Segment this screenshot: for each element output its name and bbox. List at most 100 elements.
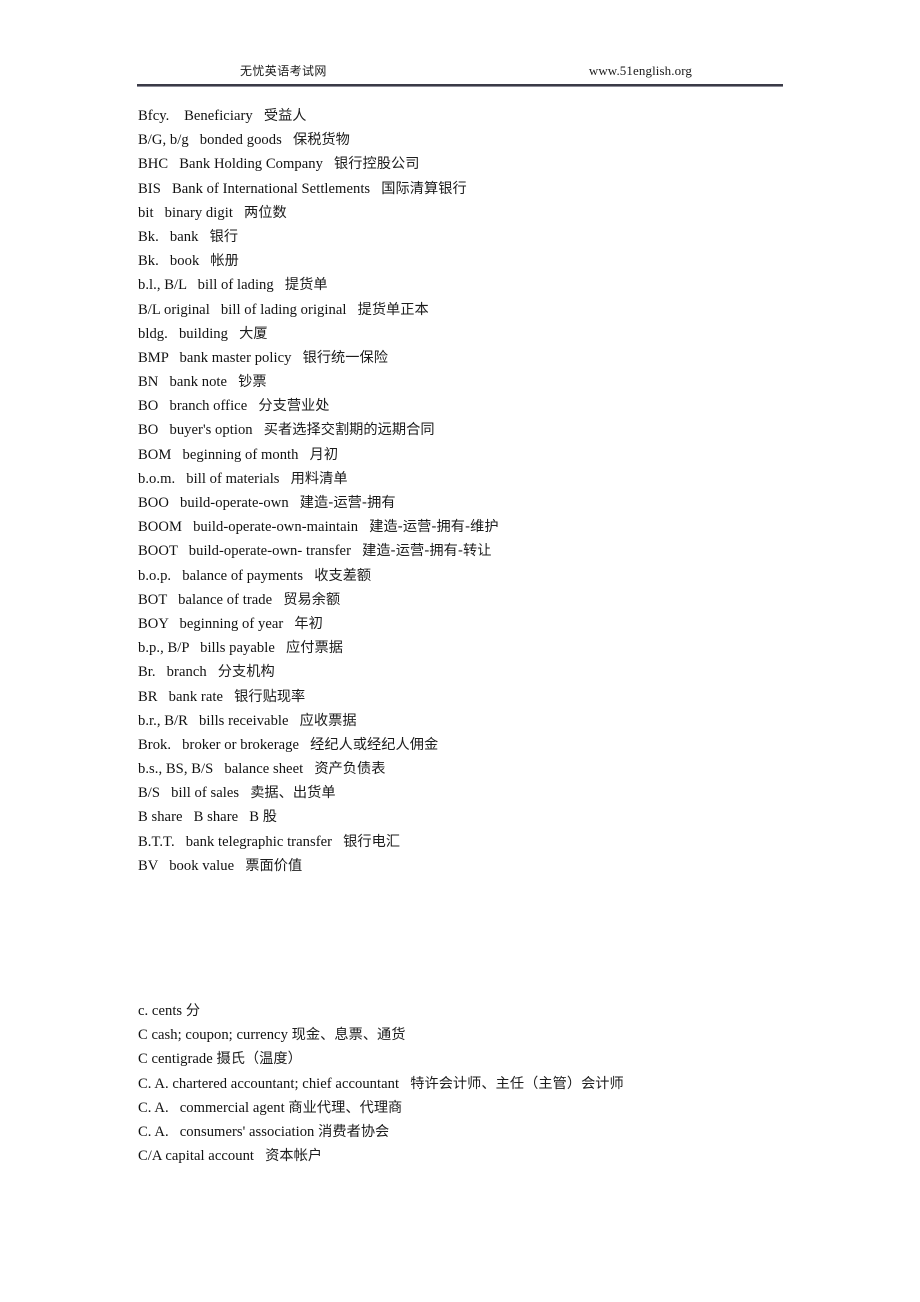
glossary-entry: b.r., B/R bills receivable 应收票据 — [138, 709, 878, 733]
entry-term: C cash; coupon; currency — [138, 1027, 292, 1044]
entry-term: BOY beginning of year — [138, 615, 295, 632]
entry-term: C centigrade — [138, 1051, 217, 1068]
entry-translation: 摄氏（温度） — [216, 1051, 302, 1068]
glossary-entry: C centigrade 摄氏（温度） — [138, 1047, 878, 1071]
entry-translation: 用料清单 — [290, 470, 348, 487]
entry-term: BHC Bank Holding Company — [138, 156, 335, 173]
entry-translation: 受益人 — [263, 108, 307, 124]
glossary-entry: Bk. book 帐册 — [138, 249, 878, 273]
entry-term: BOM beginning of month — [138, 446, 310, 463]
entry-translation: 建造-运营-拥有-维护 — [369, 519, 499, 536]
glossary-entry: b.s., BS, B/S balance sheet 资产负债表 — [138, 757, 878, 781]
entry-translation: 分支机构 — [217, 664, 275, 681]
entry-translation: 银行电汇 — [343, 833, 401, 850]
entry-term: b.l., B/L bill of lading — [138, 277, 285, 294]
glossary-entry: Bfcy. Beneficiary 受益人 — [138, 104, 878, 128]
entry-term: BOOM build-operate-own-maintain — [138, 519, 370, 536]
entry-translation: 帐册 — [210, 253, 239, 270]
document-page: 无忧英语考试网 www.51english.org Bfcy. Benefici… — [0, 0, 920, 1302]
entry-translation: 现金、息票、通货 — [291, 1027, 406, 1044]
entry-translation: 商业代理、代理商 — [288, 1099, 403, 1116]
entry-term: b.o.m. bill of materials — [138, 470, 291, 487]
glossary-entry: b.l., B/L bill of lading 提货单 — [138, 273, 878, 297]
entry-term: bit binary digit — [138, 204, 245, 221]
glossary-section-c: c. cents 分C cash; coupon; currency 现金、息票… — [138, 999, 878, 1168]
entry-term: Bk. book — [138, 253, 211, 270]
entry-term: BR bank rate — [138, 688, 235, 705]
glossary-entry: b.o.p. balance of payments 收支差额 — [138, 564, 878, 588]
entry-term: b.p., B/P bills payable — [138, 640, 287, 657]
entry-term: B share B share B — [138, 809, 263, 826]
entry-translation: 分支营业处 — [258, 398, 330, 415]
glossary-entry: BOOM build-operate-own-maintain 建造-运营-拥有… — [138, 515, 878, 539]
entry-term: C. A. commercial agent — [138, 1099, 289, 1116]
entry-translation: 提货单 — [284, 277, 328, 294]
entry-term: BIS Bank of International Settlements — [138, 180, 382, 197]
entry-translation: 买者选择交割期的远期合同 — [263, 422, 435, 439]
glossary-entry: bit binary digit 两位数 — [138, 201, 878, 225]
entry-term: Bfcy. Beneficiary — [138, 108, 264, 124]
entry-translation: 股 — [262, 809, 277, 826]
entry-translation: 应收票据 — [299, 712, 357, 729]
glossary-entry: C cash; coupon; currency 现金、息票、通货 — [138, 1023, 878, 1047]
entry-term: C. A. consumers' association — [138, 1123, 319, 1140]
glossary-entry: BO branch office 分支营业处 — [138, 394, 878, 418]
glossary-entry: bldg. building 大厦 — [138, 322, 878, 346]
glossary-entry: BOO build-operate-own 建造-运营-拥有 — [138, 491, 878, 515]
glossary-entry: B.T.T. bank telegraphic transfer 银行电汇 — [138, 830, 878, 854]
glossary-entry: C. A. chartered accountant; chief accoun… — [138, 1072, 878, 1096]
glossary-entry: Br. branch 分支机构 — [138, 660, 878, 684]
entry-term: BV book value — [138, 857, 246, 874]
entry-translation: 银行控股公司 — [334, 156, 420, 173]
entry-term: BOOT build-operate-own- transfer — [138, 543, 363, 560]
entry-translation: 建造-运营-拥有-转让 — [362, 543, 492, 560]
glossary-entry: BV book value 票面价值 — [138, 854, 878, 878]
glossary-entry: b.o.m. bill of materials 用料清单 — [138, 467, 878, 491]
entry-translation: 银行贴现率 — [234, 688, 306, 705]
entry-translation: 资产负债表 — [314, 761, 386, 778]
glossary-entry: BOT balance of trade 贸易余额 — [138, 588, 878, 612]
page-header: 无忧英语考试网 www.51english.org — [137, 60, 783, 88]
entry-translation: 钞票 — [238, 374, 267, 391]
entry-translation: 建造-运营-拥有 — [299, 495, 396, 511]
entry-term: b.s., BS, B/S balance sheet — [138, 761, 315, 778]
entry-term: B/S bill of sales — [138, 785, 251, 802]
glossary-entry: BO buyer's option 买者选择交割期的远期合同 — [138, 418, 878, 442]
entry-translation: 卖据、出货单 — [250, 785, 336, 802]
entry-translation: 银行统一保险 — [302, 349, 389, 366]
entry-term: BOO build-operate-own — [138, 495, 300, 511]
entry-translation: 提货单正本 — [357, 301, 429, 318]
glossary-entry: C. A. consumers' association 消费者协会 — [138, 1120, 878, 1144]
entry-translation: 收支差额 — [314, 567, 372, 584]
entry-translation: 两位数 — [244, 204, 287, 221]
entry-term: Brok. broker or brokerage — [138, 736, 311, 753]
glossary-entry: BIS Bank of International Settlements 国际… — [138, 177, 878, 201]
glossary-entry: BHC Bank Holding Company 银行控股公司 — [138, 152, 878, 176]
entry-term: c. cents — [138, 1003, 186, 1019]
glossary-entry: Brok. broker or brokerage 经纪人或经纪人佣金 — [138, 733, 878, 757]
entry-term: C/A capital account — [138, 1148, 266, 1165]
entry-term: B.T.T. bank telegraphic transfer — [138, 833, 344, 850]
entry-term: BN bank note — [138, 374, 239, 391]
glossary-entry: c. cents 分 — [138, 999, 878, 1023]
glossary-entry: B share B share B 股 — [138, 805, 878, 829]
entry-translation: 保税货物 — [292, 132, 350, 149]
glossary-entry: BN bank note 钞票 — [138, 370, 878, 394]
entry-term: Br. branch — [138, 664, 218, 681]
entry-translation: 贸易余额 — [283, 591, 341, 608]
glossary-entry: BOOT build-operate-own- transfer 建造-运营-拥… — [138, 539, 878, 563]
site-url: www.51english.org — [588, 63, 692, 78]
site-name: 无忧英语考试网 — [240, 64, 327, 78]
glossary-entry: B/L original bill of lading original 提货单… — [138, 298, 878, 322]
entry-term: Bk. bank — [138, 228, 210, 245]
glossary-section-b: Bfcy. Beneficiary 受益人 B/G, b/g bonded goo… — [138, 104, 878, 878]
entry-term: BOT balance of trade — [138, 591, 284, 608]
entry-term: BO branch office — [138, 398, 259, 415]
glossary-entry: BR bank rate 银行贴现率 — [138, 685, 878, 709]
entry-term: BO buyer's option — [138, 422, 264, 439]
glossary-entry: b.p., B/P bills payable 应付票据 — [138, 636, 878, 660]
entry-translation: 消费者协会 — [318, 1123, 390, 1140]
entry-term: B/L original bill of lading original — [138, 301, 358, 318]
header-row: 无忧英语考试网 www.51english.org — [137, 60, 783, 82]
